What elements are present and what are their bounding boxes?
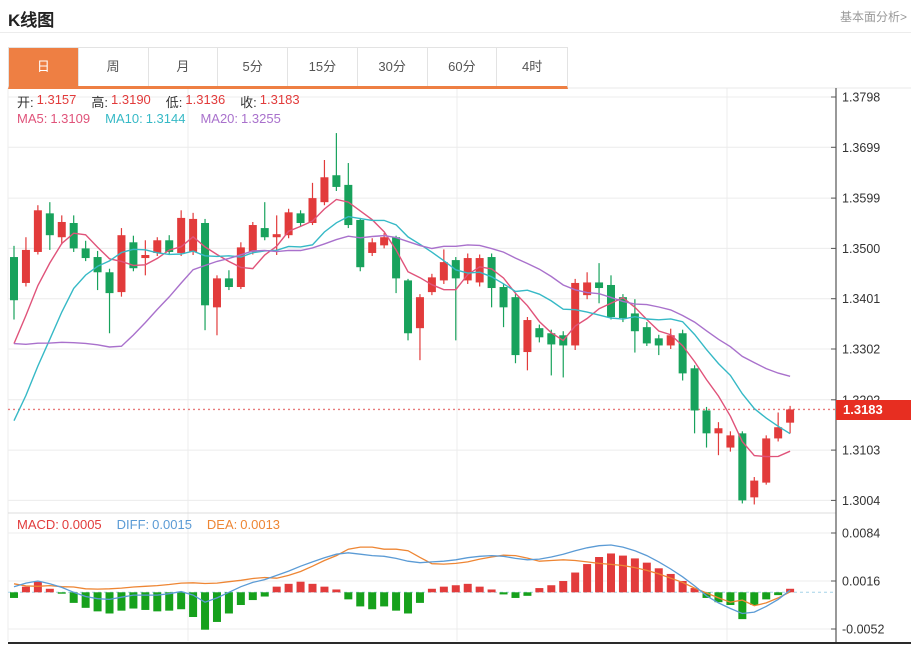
ohlc-high: 高: 1.3190	[91, 92, 151, 110]
svg-text:0.0016: 0.0016	[842, 575, 880, 589]
ma5-legend: MA5: 1.3109	[17, 111, 91, 126]
ohlc-close: 收: 1.3183	[240, 92, 300, 110]
ma-legend: MA5: 1.3109 MA10: 1.3144 MA20: 1.3255	[17, 111, 281, 126]
last-price-tag: 1.3183	[836, 400, 911, 420]
macd-value-legend: MACD: 0.0005	[17, 517, 102, 532]
ohlc-legend: 开: 1.3157 高: 1.3190 低: 1.3136 收: 1.3183	[17, 92, 300, 111]
svg-text:1.3103: 1.3103	[842, 444, 880, 458]
ma10-legend: MA10: 1.3144	[105, 111, 186, 126]
tab-5min[interactable]: 5分	[218, 48, 288, 86]
svg-text:1.3004: 1.3004	[842, 494, 880, 508]
ohlc-low: 低: 1.3136	[165, 92, 226, 110]
page-title: K线图	[8, 11, 55, 30]
svg-text:1.3699: 1.3699	[842, 141, 880, 155]
tab-4hour[interactable]: 4时	[497, 48, 567, 86]
svg-text:1.3500: 1.3500	[842, 242, 880, 256]
svg-text:1.3599: 1.3599	[842, 192, 880, 206]
dea-value-legend: DEA: 0.0013	[206, 517, 281, 532]
svg-text:1.3401: 1.3401	[842, 292, 880, 306]
tab-week[interactable]: 周	[78, 48, 149, 86]
svg-text:1.3798: 1.3798	[842, 91, 880, 105]
tab-30min[interactable]: 30分	[357, 48, 428, 86]
kline-page: 1.37981.36991.35991.35001.34011.33021.32…	[0, 0, 911, 645]
tab-60min[interactable]: 60分	[427, 48, 498, 86]
period-tab-bar: 日 周 月 5分 15分 30分 60分 4时	[8, 47, 568, 89]
header-divider	[0, 32, 911, 33]
diff-value-legend: DIFF: 0.0015	[116, 517, 192, 532]
tab-month[interactable]: 月	[148, 48, 219, 86]
svg-text:-0.0052: -0.0052	[842, 623, 884, 637]
fundamental-analysis-link[interactable]: 基本面分析>	[840, 8, 907, 25]
tab-day[interactable]: 日	[9, 48, 79, 86]
svg-text:0.0084: 0.0084	[842, 527, 880, 541]
macd-legend: MACD: 0.0005 DIFF: 0.0015 DEA: 0.0013	[17, 517, 280, 532]
tab-15min[interactable]: 15分	[288, 48, 358, 86]
svg-text:1.3302: 1.3302	[842, 342, 880, 356]
ma20-legend: MA20: 1.3255	[200, 111, 281, 126]
ohlc-open: 开: 1.3157	[17, 92, 77, 110]
